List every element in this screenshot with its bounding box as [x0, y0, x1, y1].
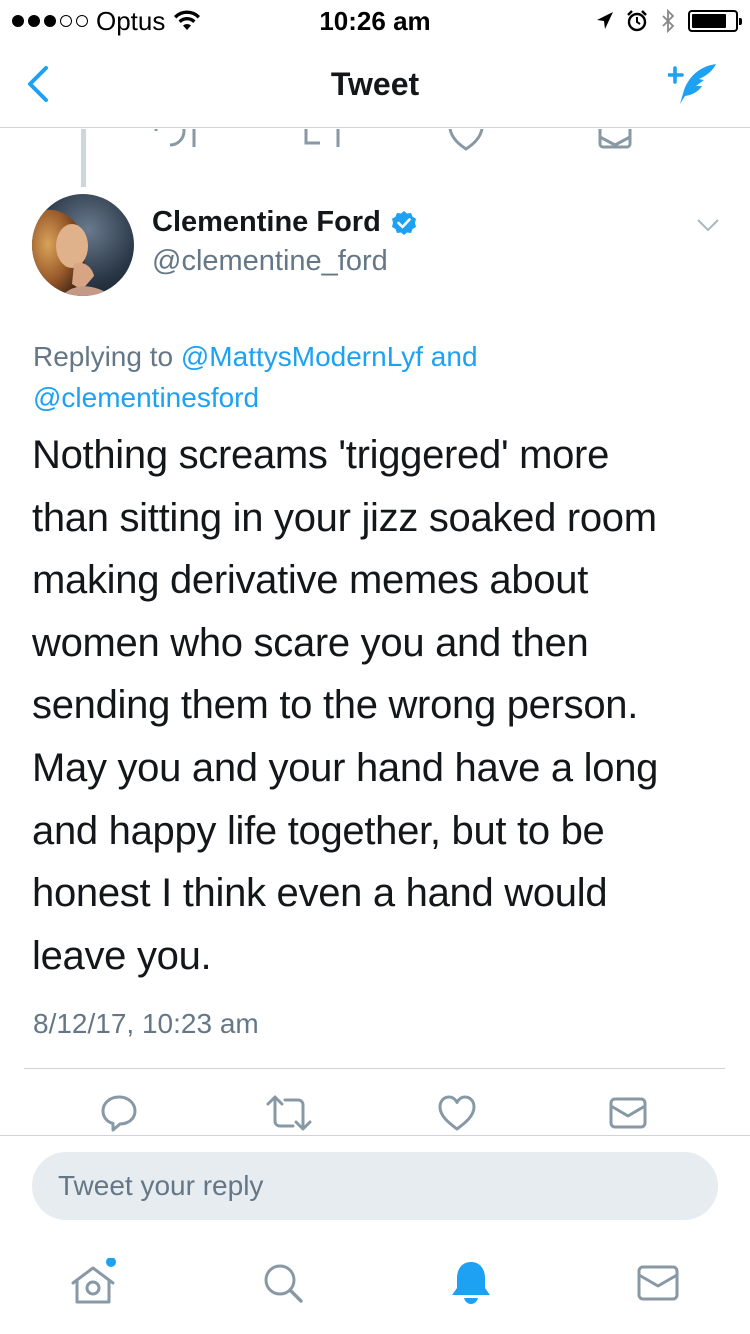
- reply-icon: [154, 129, 196, 147]
- page-title: Tweet: [330, 66, 420, 102]
- tweet-text-line: sending them to the wrong person.: [32, 683, 639, 728]
- bluetooth-icon: [662, 9, 675, 33]
- tweet-timestamp: 8/12/17, 10:23 am: [33, 1008, 259, 1039]
- tweet-text-line: making derivative memes about: [32, 558, 589, 603]
- reply-icon: [101, 1095, 137, 1132]
- tweet-text-line: than sitting in your jizz soaked room: [32, 495, 657, 540]
- search-icon: [264, 1264, 303, 1303]
- replying-to: Replying to @MattysModernLyf and @clemen…: [33, 336, 723, 418]
- tab-messages[interactable]: [634, 1258, 682, 1308]
- tweet-text-line: and happy life together, but to be: [32, 808, 605, 853]
- retweet-button[interactable]: [264, 1090, 314, 1136]
- tweet-text-line: Nothing screams 'triggered' more: [32, 433, 610, 477]
- author-name[interactable]: Clementine Ford: [152, 206, 417, 239]
- notifications-icon: [452, 1262, 490, 1304]
- verified-badge-icon: [391, 210, 416, 235]
- battery-icon: [688, 10, 742, 32]
- messages-icon: [637, 1265, 679, 1301]
- retweet-icon: [266, 1095, 312, 1131]
- replying-conjunction: and: [430, 341, 478, 372]
- tweet-text: Nothing screams 'triggered' more than si…: [32, 424, 722, 987]
- mention-link[interactable]: @MattysModernLyf: [181, 341, 423, 372]
- tab-search[interactable]: [258, 1258, 308, 1308]
- chevron-down-icon[interactable]: [696, 218, 720, 234]
- home-icon: [71, 1258, 116, 1304]
- thread-connector-line: [81, 129, 86, 187]
- tweet-actions: [0, 1090, 750, 1136]
- alarm-icon: [627, 10, 647, 32]
- direct-message-button[interactable]: [606, 1090, 650, 1136]
- like-icon: [438, 1095, 476, 1131]
- reply-input-placeholder: Tweet your reply: [58, 1170, 264, 1201]
- replying-prefix: Replying to: [33, 341, 174, 372]
- avatar[interactable]: [32, 194, 134, 296]
- like-button[interactable]: [436, 1090, 478, 1136]
- location-arrow-icon: [597, 12, 613, 29]
- tab-home[interactable]: [68, 1258, 120, 1308]
- author-name-text: Clementine Ford: [152, 206, 381, 238]
- direct-message-icon: [598, 129, 632, 149]
- tweet-text-line: May you and your hand have a long: [32, 745, 659, 790]
- status-right: [596, 8, 742, 34]
- navigation-bar: Tweet: [0, 40, 750, 128]
- tab-bar: [0, 1236, 750, 1334]
- author-handle[interactable]: @clementine_ford: [152, 245, 388, 278]
- tab-notifications[interactable]: [446, 1258, 496, 1308]
- mention-link[interactable]: @clementinesford: [33, 382, 259, 413]
- tweet-text-line: leave you.: [32, 933, 212, 978]
- reply-button[interactable]: [96, 1090, 142, 1136]
- divider: [24, 1068, 725, 1069]
- compose-tweet-icon[interactable]: [668, 60, 720, 108]
- reply-input[interactable]: Tweet your reply: [32, 1152, 718, 1220]
- tweet-text-line: honest I think even a hand would: [32, 871, 608, 916]
- retweet-icon: [304, 129, 340, 147]
- direct-message-icon: [609, 1097, 647, 1129]
- like-icon: [448, 129, 484, 151]
- divider: [0, 1135, 750, 1136]
- tweet-text-line: women who scare you and then: [32, 620, 589, 665]
- previous-tweet-actions: [0, 129, 750, 151]
- status-bar: Optus 10:26 am: [0, 0, 750, 40]
